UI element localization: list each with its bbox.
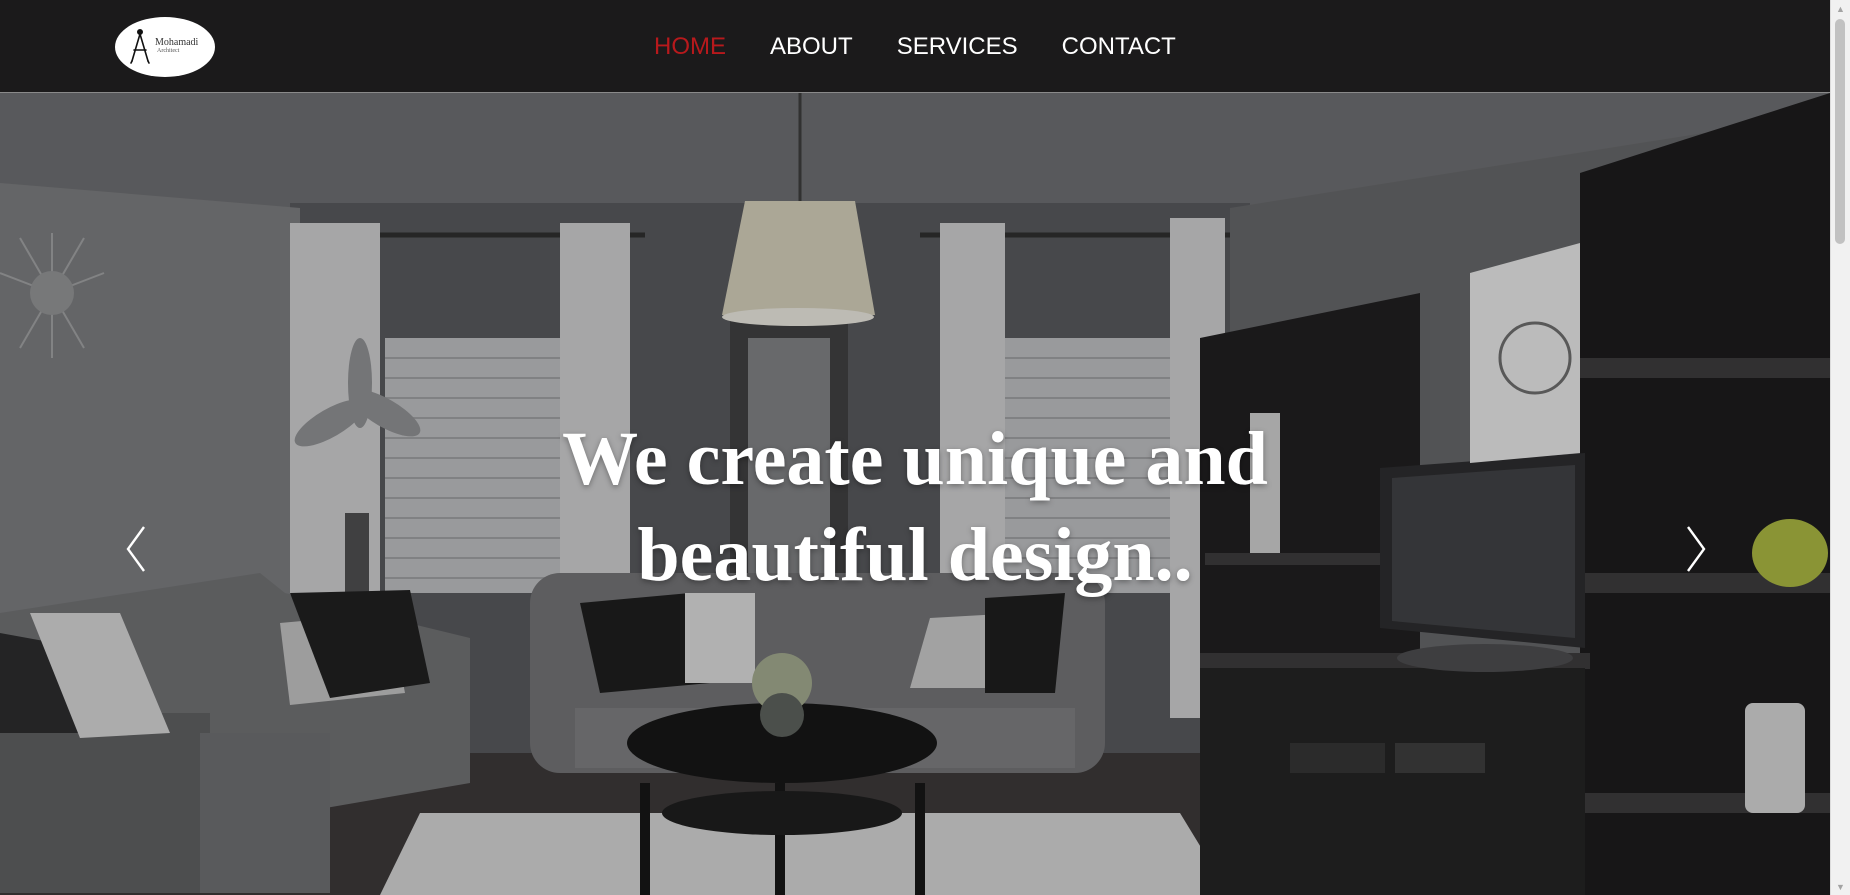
logo-wordmark: Mohamadi xyxy=(155,37,199,48)
nav-contact-link[interactable]: CONTACT xyxy=(1062,32,1176,62)
hero-carousel: We create unique and beautiful design.. xyxy=(0,93,1830,895)
nav-about-link[interactable]: ABOUT xyxy=(770,32,853,62)
scrollbar-thumb[interactable] xyxy=(1835,19,1845,244)
hero-headline-line2: beautiful design.. xyxy=(637,513,1193,597)
nav-services-link[interactable]: SERVICES xyxy=(897,32,1018,62)
carousel-prev-button[interactable] xyxy=(118,519,158,579)
main-nav: HOME ABOUT SERVICES CONTACT xyxy=(654,32,1176,62)
top-navbar: Mohamadi Architect HOME ABOUT SERVICES C… xyxy=(0,0,1830,93)
carousel-next-button[interactable] xyxy=(1674,519,1714,579)
hero-headline-line1: We create unique and xyxy=(562,417,1268,501)
hero-headline: We create unique and beautiful design.. xyxy=(500,411,1330,603)
vertical-scrollbar[interactable]: ▲ ▼ xyxy=(1830,0,1850,895)
scroll-down-arrow-icon[interactable]: ▼ xyxy=(1831,878,1850,895)
brand-logo[interactable]: Mohamadi Architect xyxy=(115,17,215,77)
chevron-left-icon xyxy=(126,526,145,572)
logo-tagline: Architect xyxy=(157,48,180,54)
chevron-right-icon xyxy=(1687,526,1706,572)
nav-home-link[interactable]: HOME xyxy=(654,32,726,62)
page: Mohamadi Architect HOME ABOUT SERVICES C… xyxy=(0,0,1830,895)
scroll-up-arrow-icon[interactable]: ▲ xyxy=(1831,0,1850,17)
